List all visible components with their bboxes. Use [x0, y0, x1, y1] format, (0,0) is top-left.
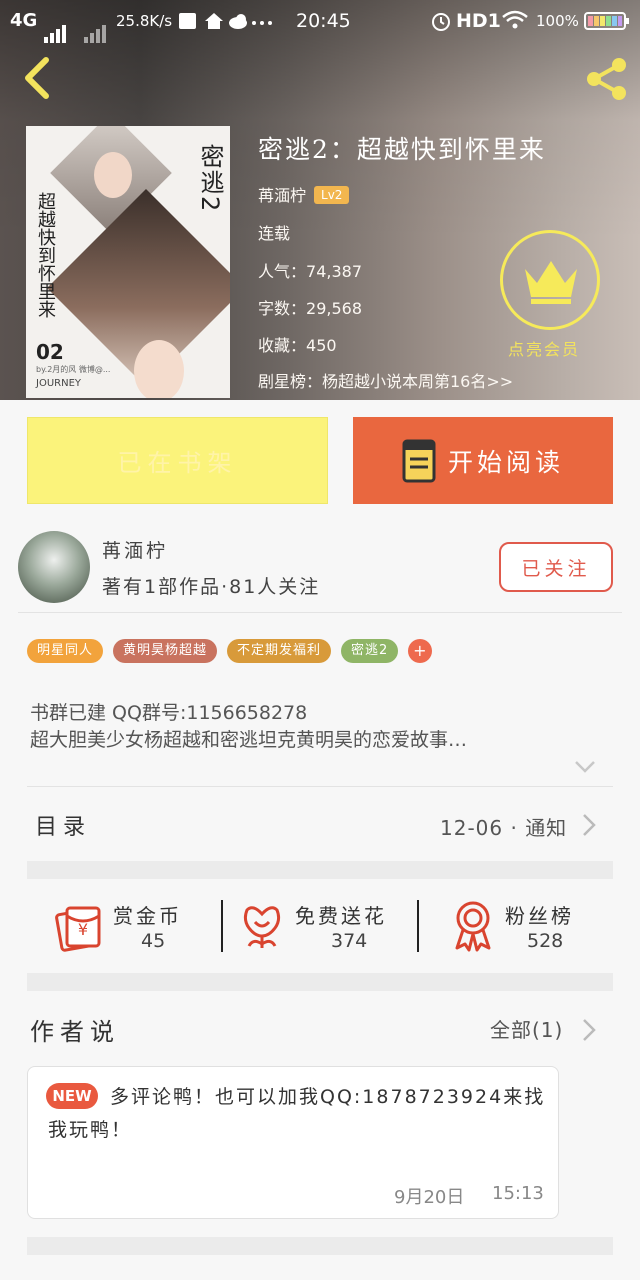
tag-item[interactable]: 明星同人	[27, 639, 104, 663]
share-icon	[587, 58, 626, 100]
author-level-badge: Lv2	[314, 186, 350, 204]
cover-title: 密逃2	[196, 144, 224, 214]
cover-face-bottom	[134, 340, 184, 398]
word-count-row: 字数：29,568	[258, 295, 362, 319]
reward-value: 45	[141, 930, 166, 952]
book-cover[interactable]: 密逃2 超越快到怀里来 02 by.2月的风 微博@... JOURNEY	[26, 126, 230, 398]
hd-indicator: HD1	[456, 10, 501, 32]
chevron-right-icon[interactable]	[582, 813, 596, 837]
fans-ranking[interactable]: 粉丝榜 528	[419, 880, 613, 972]
start-reading-label: 开始阅读	[447, 447, 564, 477]
medal-icon	[455, 901, 491, 952]
ranking-link[interactable]: 剧星榜：杨超越小说本周第16名>>	[258, 368, 513, 392]
book-icon	[402, 439, 436, 482]
cover-face-top	[94, 152, 132, 198]
tag-list: 明星同人 黄明昊杨超越 不定期发福利 密逃2 +	[27, 639, 442, 663]
chevron-right-icon[interactable]	[582, 1018, 596, 1042]
svg-text:¥: ¥	[78, 920, 88, 939]
popularity-label: 人气：	[258, 262, 307, 281]
clock: 20:45	[296, 10, 351, 32]
favorites-row: 收藏：450	[258, 332, 337, 356]
author-comment-card[interactable]: 多评论鸭！也可以加我QQ:1878723924来找我玩鸭！ NEW 9月20日 …	[27, 1066, 559, 1219]
free-flower[interactable]: 免费送花 374	[223, 880, 418, 972]
comment-date: 9月20日	[394, 1187, 465, 1208]
book-description[interactable]: 书群已建 QQ群号:1156658278 超大胆美少女杨超越和密逃坦克黄明昊的恋…	[30, 700, 610, 754]
book-author[interactable]: 苒湎柠	[258, 186, 306, 205]
tag-item[interactable]: 黄明昊杨超越	[113, 639, 218, 663]
favorites-value: 450	[306, 336, 337, 355]
fans-value: 528	[527, 930, 564, 952]
catalog-label[interactable]: 目录	[35, 809, 91, 841]
notification-icons	[178, 11, 274, 36]
book-title: 密逃2：超越快到怀里来	[258, 135, 546, 164]
book-info: 密逃2：超越快到怀里来 苒湎柠 Lv2 连载 人气：74,387 字数：29,56…	[258, 130, 546, 391]
tag-item[interactable]: 不定期发福利	[227, 639, 332, 663]
chevron-down-icon[interactable]	[574, 760, 596, 774]
book-status: 连载	[258, 224, 291, 243]
cover-credit: by.2月的风 微博@...	[36, 365, 111, 374]
back-button[interactable]	[18, 56, 58, 100]
reward-label: 赏金币	[113, 904, 182, 928]
vip-badge[interactable]	[500, 230, 600, 330]
popularity-value: 74,387	[306, 262, 362, 281]
section-divider	[27, 861, 613, 879]
new-badge: NEW	[46, 1083, 98, 1109]
network-speed: 25.8K/s	[116, 12, 173, 30]
flower-value: 374	[331, 930, 368, 952]
author-says-all[interactable]: 全部(1)	[490, 1014, 563, 1043]
flower-label: 免费送花	[295, 904, 387, 928]
red-envelope-icon: ¥	[55, 906, 101, 952]
fans-label: 粉丝榜	[505, 904, 574, 928]
catalog-update[interactable]: 12-06 · 通知	[440, 812, 567, 841]
share-button[interactable]	[584, 56, 630, 102]
tag-item[interactable]: 密逃2	[341, 639, 399, 663]
divider	[27, 786, 613, 787]
cover-subtitle: 超越快到怀里来	[35, 192, 56, 318]
popularity-row: 人气：74,387	[258, 258, 362, 282]
battery-icon	[584, 12, 630, 35]
comment-text: 多评论鸭！也可以加我QQ:1878723924来找我玩鸭！	[48, 1086, 546, 1141]
battery-percent: 100%	[536, 12, 579, 30]
section-divider	[27, 1237, 613, 1255]
chevron-left-icon	[25, 57, 49, 99]
author-meta: 著有1部作品·81人关注	[102, 576, 321, 598]
cover-number: 02	[36, 340, 64, 364]
crown-icon	[525, 261, 577, 304]
stats-bar: ¥ 赏金币 45 免费送花 374 粉丝榜 528	[27, 880, 613, 972]
cover-journey: JOURNEY	[36, 378, 81, 389]
reward-coins[interactable]: ¥ 赏金币 45	[27, 880, 222, 972]
follow-button[interactable]: 已关注	[499, 542, 613, 592]
status-bar: 4G 25.8K/s 20:45 HD1 100%	[0, 0, 640, 43]
section-divider	[27, 973, 613, 991]
divider	[18, 612, 622, 613]
word-count-value: 29,568	[306, 299, 362, 318]
vip-label[interactable]: 点亮会员	[508, 336, 580, 360]
book-detail-page: 4G 25.8K/s 20:45 HD1 100% 密逃2 超越快到怀里来 02…	[0, 0, 640, 1280]
in-shelf-button[interactable]: 已在书架	[27, 417, 328, 504]
comment-time: 15:13	[492, 1183, 544, 1204]
flower-icon	[243, 906, 281, 948]
network-type: 4G	[10, 10, 38, 31]
alarm-icon	[430, 10, 452, 37]
wifi-icon	[502, 10, 528, 35]
add-tag-button[interactable]: +	[408, 639, 433, 663]
author-says-title: 作者说	[30, 1018, 120, 1046]
avatar[interactable]	[18, 531, 90, 603]
description-line-2: 超大胆美少女杨超越和密逃坦克黄明昊的恋爱故事…	[30, 729, 468, 751]
word-count-label: 字数：	[258, 299, 307, 318]
author-name[interactable]: 苒湎柠	[102, 536, 168, 563]
favorites-label: 收藏：	[258, 336, 307, 355]
author-row: 苒湎柠 Lv2	[258, 182, 350, 206]
description-line-1: 书群已建 QQ群号:1156658278	[30, 702, 308, 724]
start-reading-button[interactable]: 开始阅读	[353, 417, 613, 504]
